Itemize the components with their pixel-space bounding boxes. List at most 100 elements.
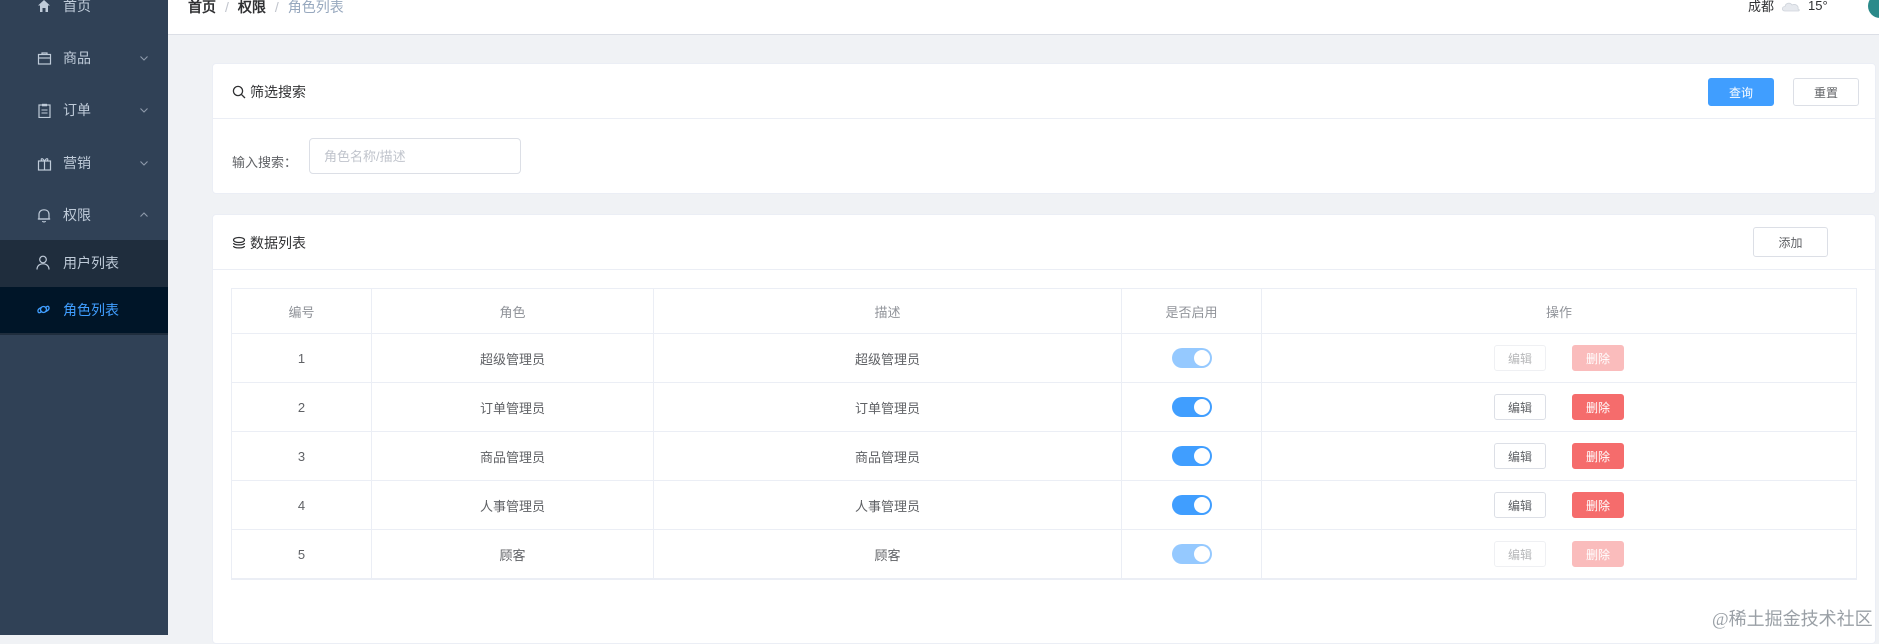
link-icon	[36, 302, 52, 318]
sidebar-item-role-list[interactable]: 角色列表	[0, 287, 168, 333]
search-icon	[232, 85, 246, 99]
sidebar-item-products[interactable]: 商品	[0, 34, 168, 82]
data-list-card-title-text: 数据列表	[250, 235, 306, 251]
home-icon	[36, 0, 52, 14]
edit-button[interactable]: 编辑	[1494, 492, 1546, 518]
delete-button: 删除	[1572, 541, 1624, 567]
sidebar-item-label: 商品	[63, 50, 91, 66]
search-input[interactable]	[309, 138, 521, 174]
cell-role: 订单管理员	[372, 383, 654, 431]
delete-button[interactable]: 删除	[1572, 492, 1624, 518]
breadcrumb-separator: /	[274, 0, 279, 15]
data-list-card-title: 数据列表	[232, 233, 306, 253]
delete-button: 删除	[1572, 345, 1624, 371]
table-row: 1 超级管理员 超级管理员 编辑 删除	[232, 334, 1856, 383]
edit-button[interactable]: 编辑	[1494, 394, 1546, 420]
enabled-switch[interactable]	[1171, 446, 1212, 466]
table-row: 2 订单管理员 订单管理员 编辑 删除	[232, 383, 1856, 432]
sidebar-item-label: 首页	[63, 0, 91, 14]
sidebar-item-home[interactable]: 首页	[0, 0, 168, 30]
column-header-enabled: 是否启用	[1122, 289, 1262, 333]
cell-description: 商品管理员	[654, 432, 1122, 480]
chevron-down-icon	[140, 161, 148, 166]
search-card-title: 筛选搜索	[232, 82, 306, 102]
sidebar-item-label: 权限	[63, 207, 91, 223]
breadcrumb-separator: /	[225, 0, 229, 15]
bell-icon	[36, 207, 52, 223]
column-header-role: 角色	[372, 289, 654, 333]
breadcrumb-permissions[interactable]: 权限	[238, 0, 266, 17]
cell-id: 4	[232, 481, 372, 529]
chevron-up-icon	[140, 212, 148, 217]
sidebar: 首页 商品 订单 营销 权限 用户列表 角色列表	[0, 0, 168, 635]
cell-id: 5	[232, 530, 372, 578]
sidebar-item-label: 角色列表	[63, 302, 119, 318]
cell-actions: 编辑 删除	[1262, 481, 1856, 529]
table-row: 5 顾客 顾客 编辑 删除	[232, 530, 1856, 579]
cell-description: 超级管理员	[654, 334, 1122, 382]
weather-widget: 成都 15°	[1748, 0, 1828, 15]
sidebar-item-permissions[interactable]: 权限	[0, 191, 168, 239]
search-input-label: 输入搜索：	[232, 155, 298, 170]
cell-id: 1	[232, 334, 372, 382]
enabled-switch	[1171, 544, 1212, 564]
chevron-down-icon	[140, 56, 148, 61]
chevron-down-icon	[140, 108, 148, 113]
roles-table: 编号 角色 描述 是否启用 操作 1 超级管理员 超级管理员 编辑 删除 2 订…	[231, 288, 1857, 580]
cell-enabled	[1122, 432, 1262, 480]
reset-button[interactable]: 重置	[1793, 78, 1859, 106]
cloudy-icon	[1781, 2, 1800, 11]
enabled-switch[interactable]	[1171, 495, 1212, 515]
cell-actions: 编辑 删除	[1262, 334, 1856, 382]
enabled-switch[interactable]	[1171, 397, 1212, 417]
layers-icon	[232, 236, 246, 249]
cell-role: 超级管理员	[372, 334, 654, 382]
sidebar-item-label: 订单	[63, 102, 91, 118]
column-header-id: 编号	[232, 289, 372, 333]
cell-description: 顾客	[654, 530, 1122, 578]
table-row: 4 人事管理员 人事管理员 编辑 删除	[232, 481, 1856, 530]
permissions-submenu: 用户列表 角色列表	[0, 240, 168, 335]
search-card: 筛选搜索 查询 重置 输入搜索：	[212, 63, 1876, 194]
add-button[interactable]: 添加	[1753, 227, 1828, 257]
edit-button[interactable]: 编辑	[1494, 443, 1546, 469]
edit-button: 编辑	[1494, 541, 1546, 567]
table-header-row: 编号 角色 描述 是否启用 操作	[232, 289, 1856, 334]
delete-button[interactable]: 删除	[1572, 443, 1624, 469]
table-row: 3 商品管理员 商品管理员 编辑 删除	[232, 432, 1856, 481]
edit-button: 编辑	[1494, 345, 1546, 371]
column-header-description: 描述	[654, 289, 1122, 333]
cell-enabled	[1122, 530, 1262, 578]
watermark: @稀土掘金技术社区	[1712, 609, 1873, 629]
sidebar-item-orders[interactable]: 订单	[0, 86, 168, 134]
avatar[interactable]	[1868, 0, 1879, 18]
column-header-actions: 操作	[1545, 304, 1572, 320]
search-card-header: 筛选搜索 查询 重置	[213, 64, 1875, 119]
search-card-title-text: 筛选搜索	[250, 84, 306, 100]
cell-enabled	[1122, 334, 1262, 382]
cell-actions: 编辑 删除	[1262, 383, 1856, 431]
breadcrumb-current: 角色列表	[287, 0, 344, 15]
breadcrumb: 首页 / 权限 / 角色列表	[188, 0, 344, 17]
cell-actions: 编辑 删除	[1262, 432, 1856, 480]
sidebar-item-label: 用户列表	[63, 255, 119, 271]
sidebar-item-marketing[interactable]: 营销	[0, 139, 168, 187]
cell-description: 订单管理员	[654, 383, 1122, 431]
weather-temp: 15°	[1808, 0, 1828, 13]
cell-role: 人事管理员	[372, 481, 654, 529]
data-list-card: 数据列表 添加 编号 角色 描述 是否启用 操作 1 超级管理员 超级管理员 编…	[212, 214, 1876, 644]
enabled-switch	[1171, 348, 1212, 368]
weather-city: 成都	[1748, 0, 1775, 14]
breadcrumb-home[interactable]: 首页	[188, 0, 216, 17]
query-button[interactable]: 查询	[1708, 78, 1774, 106]
delete-button[interactable]: 删除	[1572, 394, 1624, 420]
data-list-card-header: 数据列表 添加	[213, 215, 1875, 270]
cell-description: 人事管理员	[654, 481, 1122, 529]
cell-enabled	[1122, 383, 1262, 431]
sidebar-item-user-list[interactable]: 用户列表	[0, 240, 168, 286]
sidebar-item-label: 营销	[63, 155, 91, 171]
cell-enabled	[1122, 481, 1262, 529]
gift-icon	[36, 155, 52, 171]
cell-actions: 编辑 删除	[1262, 530, 1856, 578]
cell-id: 3	[232, 432, 372, 480]
